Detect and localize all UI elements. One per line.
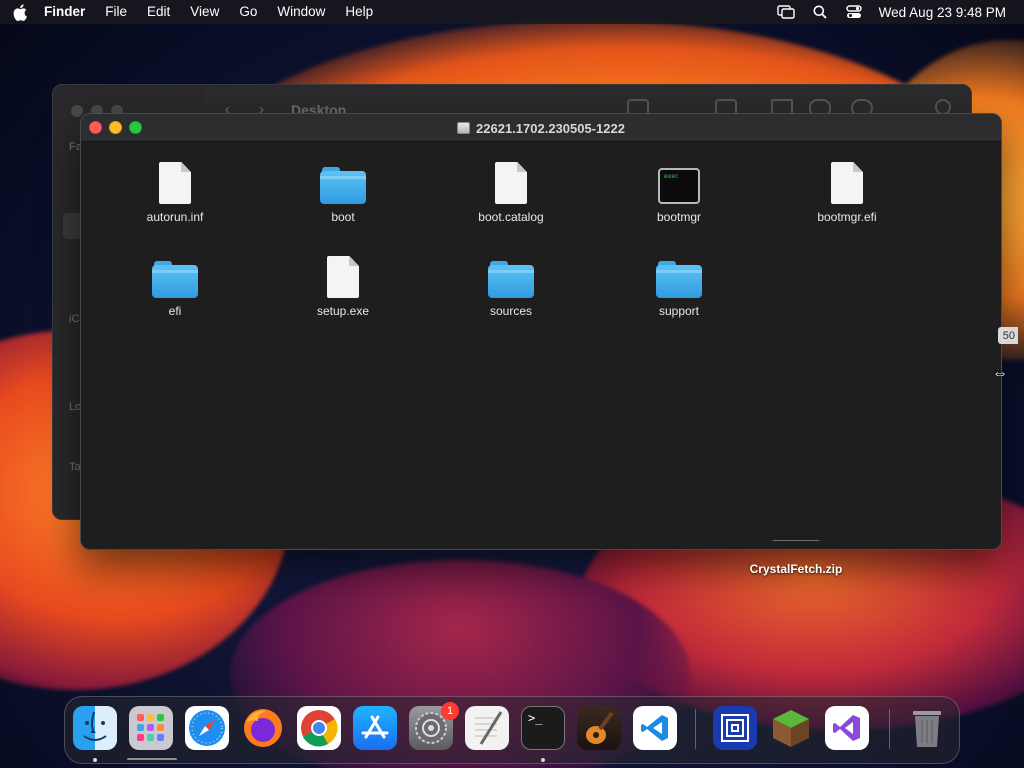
vscode-icon[interactable] <box>633 706 677 750</box>
desktop-file-name: CrystalFetch.zip <box>749 562 843 576</box>
folder-item[interactable]: support <box>604 252 754 318</box>
folder-icon <box>152 261 198 298</box>
dock: 1 >_ <box>64 696 960 764</box>
dock-scroll-hint <box>127 758 177 760</box>
launchpad-icon[interactable] <box>129 706 173 750</box>
file-name: bootmgr.efi <box>817 210 877 224</box>
terminal-icon[interactable]: >_ <box>521 706 565 750</box>
trash-icon[interactable] <box>905 706 949 750</box>
folder-item[interactable]: boot <box>268 158 418 224</box>
document-icon <box>831 162 863 204</box>
folder-item[interactable]: sources <box>436 252 586 318</box>
textedit-icon[interactable] <box>465 706 509 750</box>
file-name: boot <box>331 210 355 224</box>
partial-badge: 50 <box>998 327 1018 344</box>
visual-studio-icon[interactable] <box>825 706 869 750</box>
resize-cursor-icon: ⇔ <box>992 365 1008 382</box>
menu-help[interactable]: Help <box>335 0 383 24</box>
screen-mirroring-icon[interactable] <box>769 0 803 24</box>
utm-icon[interactable] <box>713 706 757 750</box>
file-item[interactable]: autorun.inf <box>100 158 250 224</box>
notification-badge: 1 <box>441 702 459 720</box>
garageband-icon[interactable] <box>577 706 621 750</box>
minecraft-icon[interactable] <box>769 706 813 750</box>
app-store-icon[interactable] <box>353 706 397 750</box>
finder-window[interactable]: 22621.1702.230505-1222 autorun.inf boot … <box>80 113 1002 550</box>
unix-executable-icon: exec <box>658 168 700 204</box>
folder-icon <box>488 261 534 298</box>
sidebar-label: Ta <box>69 461 81 473</box>
file-name: support <box>658 304 700 318</box>
dock-separator <box>695 709 696 749</box>
file-name: bootmgr <box>656 210 702 224</box>
menu-view[interactable]: View <box>180 0 229 24</box>
menu-window[interactable]: Window <box>267 0 335 24</box>
document-icon <box>159 162 191 204</box>
menu-edit[interactable]: Edit <box>137 0 180 24</box>
control-center-icon[interactable] <box>837 0 871 24</box>
chrome-icon[interactable] <box>297 706 341 750</box>
disk-image-icon <box>457 122 471 134</box>
folder-item[interactable]: efi <box>100 252 250 318</box>
folder-icon <box>656 261 702 298</box>
window-title-text: 22621.1702.230505-1222 <box>476 120 625 136</box>
safari-icon[interactable] <box>185 706 229 750</box>
file-item[interactable]: bootmgr.efi <box>772 158 922 224</box>
apple-menu-icon[interactable] <box>0 3 40 21</box>
file-name: efi <box>168 304 182 318</box>
finder-icon[interactable] <box>73 706 117 750</box>
menu-go[interactable]: Go <box>229 0 267 24</box>
file-name: autorun.inf <box>146 210 204 224</box>
menu-file[interactable]: File <box>95 0 137 24</box>
window-titlebar[interactable]: 22621.1702.230505-1222 <box>81 114 1001 142</box>
file-name: sources <box>489 304 533 318</box>
dock-separator <box>889 709 890 749</box>
file-item[interactable]: boot.catalog <box>436 158 586 224</box>
firefox-icon[interactable] <box>241 706 285 750</box>
document-icon <box>327 256 359 298</box>
file-name: setup.exe <box>316 304 370 318</box>
menu-bar-clock[interactable]: Wed Aug 23 9:48 PM <box>871 5 1006 20</box>
file-name: boot.catalog <box>478 210 544 224</box>
menu-bar: Finder File Edit View Go Window Help Wed… <box>0 0 1024 24</box>
window-title: 22621.1702.230505-1222 <box>81 114 1001 142</box>
file-item[interactable]: exec bootmgr <box>604 158 754 224</box>
sidebar-label: iC <box>69 313 80 325</box>
file-item[interactable]: setup.exe <box>268 252 418 318</box>
folder-icon <box>320 167 366 204</box>
spotlight-search-icon[interactable] <box>803 0 837 24</box>
document-icon <box>495 162 527 204</box>
desktop-file[interactable]: CrystalFetch.zip <box>740 540 852 576</box>
menu-finder[interactable]: Finder <box>40 0 95 24</box>
zip-file-icon <box>773 540 819 550</box>
